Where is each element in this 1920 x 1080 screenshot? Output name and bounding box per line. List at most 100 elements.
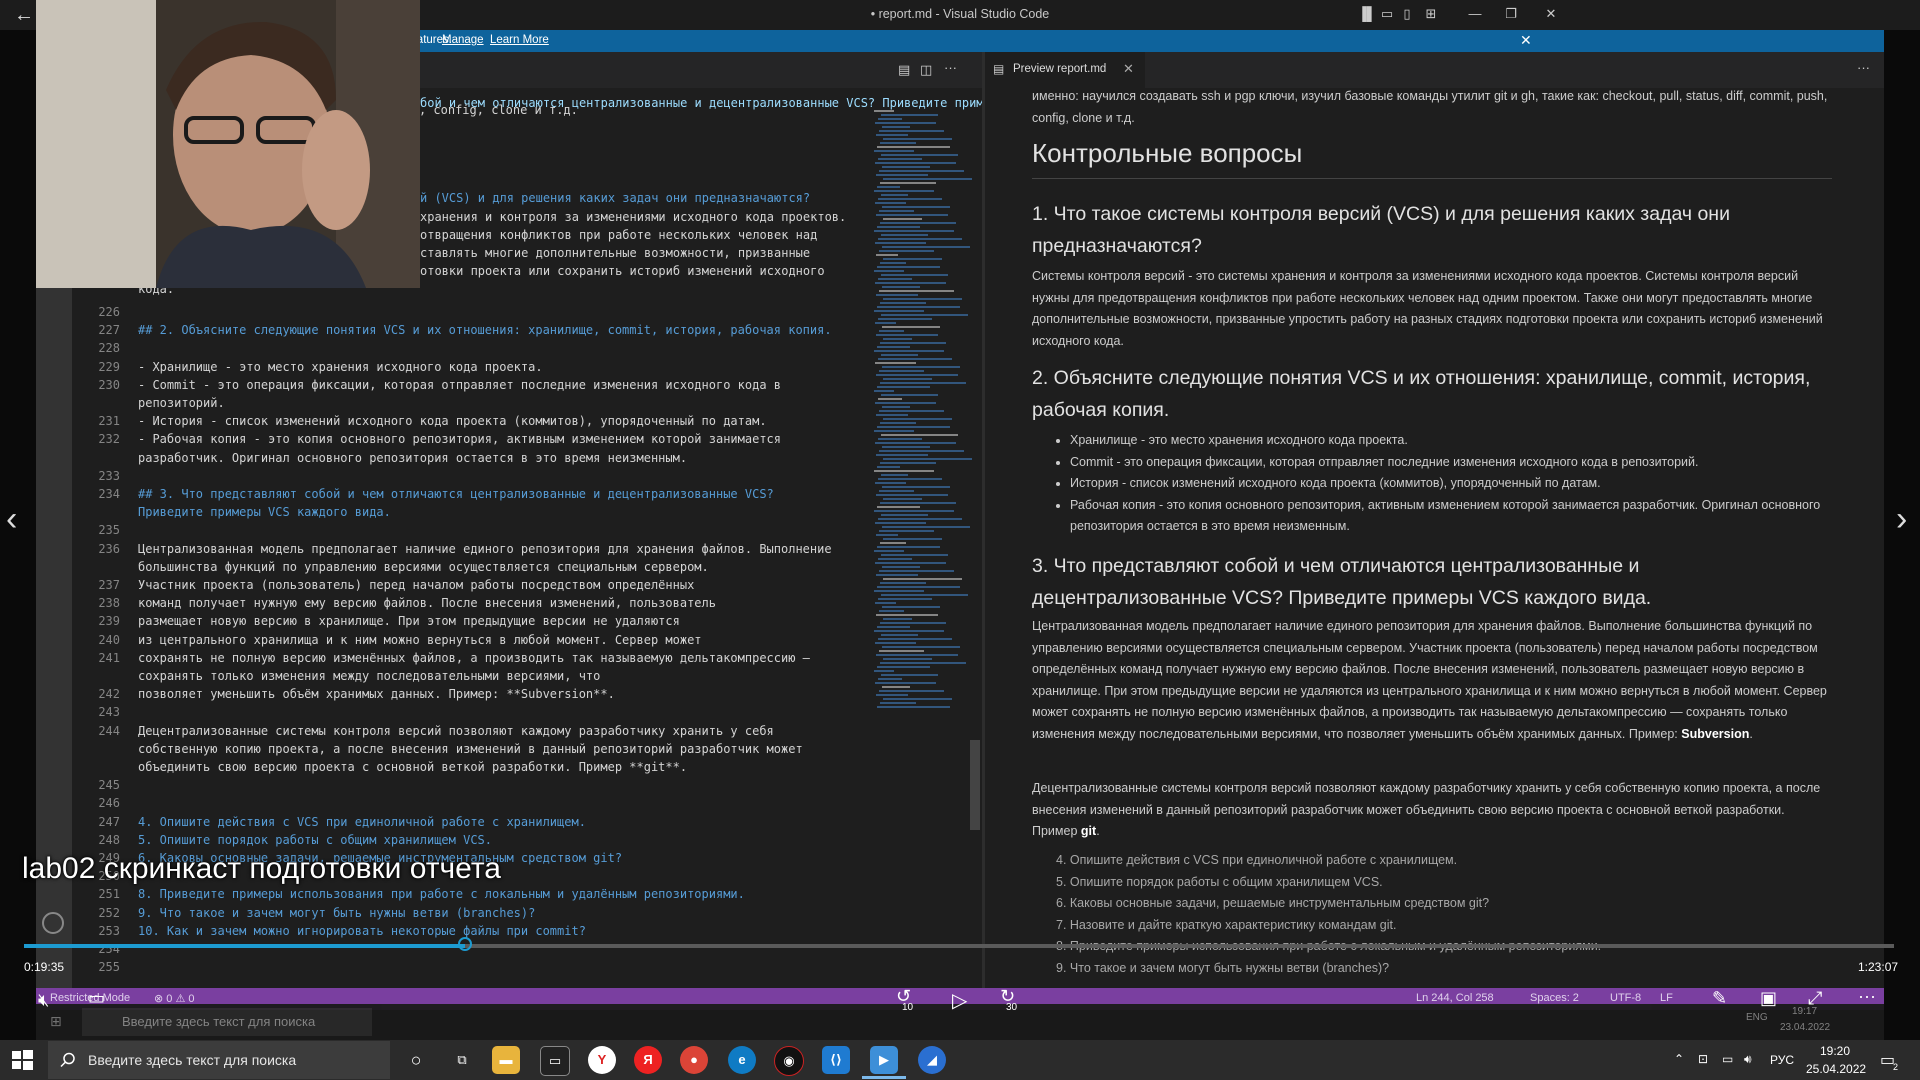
line-number: 240 [98,632,120,647]
status-eol[interactable]: LF [1660,992,1673,1004]
back-arrow-icon[interactable]: ← [14,4,34,27]
line-number: 244 [98,723,120,738]
minimap[interactable] [874,110,972,730]
line-number: 241 [98,650,120,665]
code-line: собственную копию проекта, а после внесе… [138,741,803,756]
minimap-line [878,478,942,480]
skip-back-icon[interactable]: ↺ 10 [896,986,913,1013]
tray-network-icon[interactable]: ⊡ [1698,1052,1708,1066]
split-editor-icon[interactable]: ◫ [920,62,932,78]
minimap-line [877,266,940,268]
minimap-line [875,562,946,564]
preview-tab-close-icon[interactable]: ✕ [1123,61,1134,77]
play-icon[interactable]: ▷ [952,988,967,1013]
minimap-line [883,458,972,460]
infobar-manage-link[interactable]: Manage [442,34,484,46]
minimap-line [877,586,960,588]
minimap-line [877,306,960,308]
cast-icon[interactable]: ▣ [1760,988,1777,1009]
minimap-line [878,598,932,600]
windows-start-icon[interactable] [10,1048,34,1072]
tray-battery-icon[interactable]: ▭ [1722,1052,1733,1066]
editor-scrollbar[interactable] [970,740,980,830]
minimap-line [877,386,930,388]
minimap-line [880,462,936,464]
yandex-icon[interactable]: Я [634,1046,662,1074]
minimap-line [881,554,948,556]
minimap-line [879,530,934,532]
chrome-icon[interactable]: ● [680,1046,708,1074]
code-line: ## 2. Объясните следующие понятия VCS и … [138,323,832,338]
tray-volume-icon[interactable]: 🔊︎ [1744,1052,1752,1067]
layout-toggle-icon[interactable]: ▐▌ [1356,4,1378,24]
minimap-line [878,238,962,240]
previous-arrow-icon[interactable]: ‹ [6,500,17,539]
taskbar-search-box[interactable]: Введите здесь текст для поиска [48,1041,390,1079]
tray-date[interactable]: 25.04.2022 [1806,1062,1866,1076]
minimap-line [876,254,898,256]
code-line: 5. Опишите порядок работы с общим хранил… [138,832,493,847]
mute-icon[interactable]: 🔇︎ [38,990,49,1011]
infobar-learn-more-link[interactable]: Learn More [490,34,549,46]
app-icon[interactable]: ◢ [918,1046,946,1074]
more-options-icon[interactable]: ··· [1858,986,1876,1007]
infobar-close-icon[interactable]: ✕ [1520,32,1532,49]
minimap-line [883,378,932,380]
restore-icon[interactable]: ❐ [1500,4,1522,24]
minimap-line [877,626,910,628]
preview-q2-item: История - список изменений исходного код… [1070,473,1830,495]
minimize-icon[interactable]: — [1464,4,1486,24]
preview-more-actions-icon[interactable]: ··· [1857,60,1870,75]
panel-toggle-icon[interactable]: ▭ [1376,4,1398,24]
line-number: 226 [98,305,120,319]
tray-time[interactable]: 19:20 [1820,1044,1850,1058]
minimap-line [878,398,902,400]
more-actions-icon[interactable]: ··· [944,60,957,75]
preview-tab-icon: ▤ [993,62,1005,76]
customize-layout-icon[interactable]: ⊞ [1420,4,1442,24]
close-window-icon[interactable]: ✕ [1540,4,1562,24]
video-player-icon[interactable]: ▶ [870,1046,898,1074]
minimap-line [880,542,906,544]
open-preview-icon[interactable]: ▤ [898,62,910,78]
preview-heading-rule [1032,178,1832,179]
tray-chevron-icon[interactable]: ⌃ [1674,1052,1684,1066]
minimap-line [878,638,952,640]
subtitles-icon[interactable]: ▭ [88,988,105,1009]
minimap-line [879,330,904,332]
minimap-line [877,466,900,468]
fullscreen-icon[interactable]: ⤢ [1808,988,1822,1009]
obs-icon[interactable]: ◉ [774,1046,804,1076]
preview-q3-text: Централизованная модель предполагает нал… [1032,619,1827,741]
skip-forward-icon[interactable]: ↻ 30 [1000,986,1017,1013]
task-view-icon[interactable]: ⧉ [448,1046,476,1074]
terminal-icon[interactable]: ▭ [540,1046,570,1076]
preview-tab[interactable]: ▤ Preview report.md ✕ [985,52,1145,88]
pen-icon[interactable]: ✎ [1712,988,1727,1009]
minimap-line [881,274,948,276]
next-arrow-icon[interactable]: › [1896,500,1907,539]
status-cursor-position[interactable]: Ln 244, Col 258 [1416,992,1494,1004]
cortana-icon[interactable]: ○ [402,1046,430,1074]
minimap-line [877,706,950,708]
minimap-line [874,630,944,632]
minimap-line [880,222,956,224]
file-explorer-icon[interactable]: ▬ [492,1046,520,1074]
yandex-browser-icon[interactable]: Y [588,1046,616,1074]
sidebar-toggle-icon[interactable]: ▯ [1396,4,1418,24]
code-line: 9. Что такое и зачем могут быть нужны ве… [138,905,536,920]
edge-icon[interactable]: e [728,1046,756,1074]
minimap-line [876,614,938,616]
recorded-tray-date: 23.04.2022 [1780,1022,1831,1033]
status-indentation[interactable]: Spaces: 2 [1530,992,1579,1004]
minimap-line [880,422,916,424]
minimap-line [874,430,914,432]
status-encoding[interactable]: UTF-8 [1610,992,1641,1004]
vscode-icon[interactable]: ⟨⟩ [822,1046,850,1074]
account-icon[interactable] [42,912,64,934]
minimap-line [874,470,934,472]
minimap-line [875,402,936,404]
video-progress-knob[interactable] [457,937,472,951]
tray-language[interactable]: РУС [1770,1053,1794,1067]
minimap-line [879,450,964,452]
